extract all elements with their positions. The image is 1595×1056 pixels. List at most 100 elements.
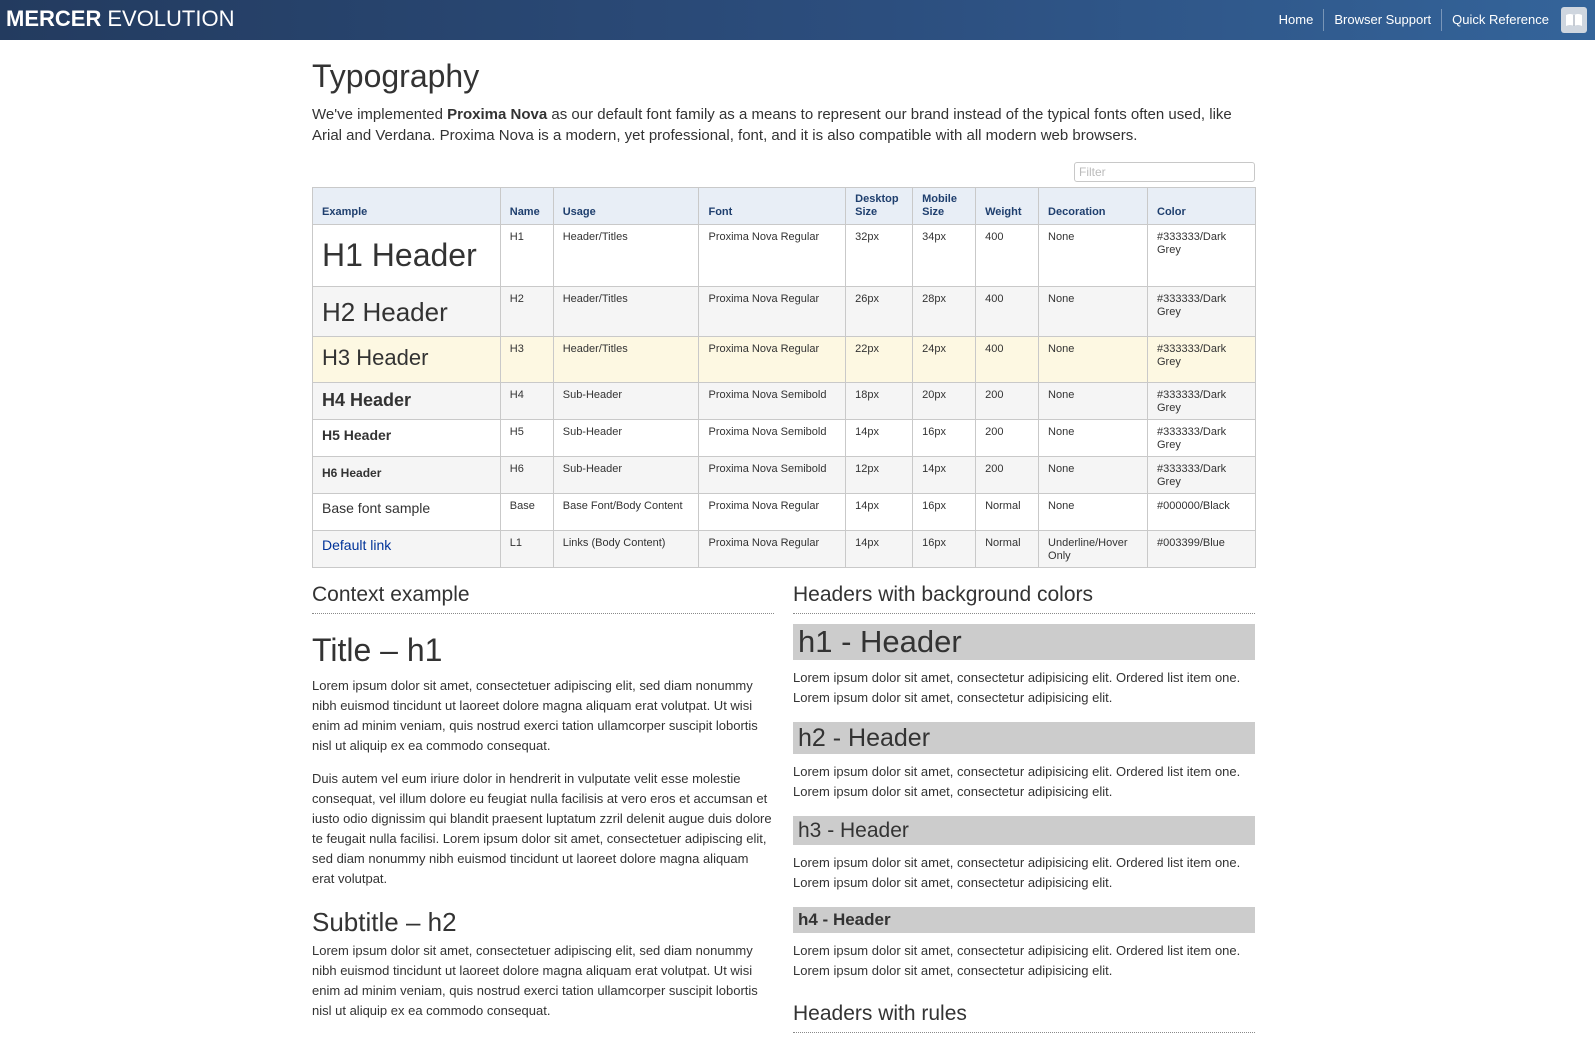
page-title: Typography: [312, 58, 480, 94]
color-cell: #333333/Dark Grey: [1147, 382, 1256, 420]
desktop-size-cell: 26px: [845, 286, 914, 337]
column-header-weight[interactable]: Weight: [975, 187, 1040, 225]
column-header-color[interactable]: Color: [1147, 187, 1256, 225]
column-header-font[interactable]: Font: [698, 187, 847, 225]
book-icon[interactable]: [1561, 7, 1587, 33]
mobile-size-cell: 28px: [912, 286, 977, 337]
decoration-cell: None: [1038, 456, 1148, 494]
table-header-row: Example Name Usage Font Desktop Size Mob…: [312, 187, 1256, 225]
headers-with-rules-heading: Headers with rules: [793, 1001, 1255, 1033]
decoration-cell: None: [1038, 286, 1148, 337]
example-cell: Default link: [312, 530, 501, 568]
context-paragraph: Lorem ipsum dolor sit amet, consectetuer…: [312, 678, 758, 753]
desktop-size-cell: 14px: [845, 530, 914, 568]
usage-cell: Sub-Header: [552, 419, 700, 457]
table-row: H4 Header H4 Sub-Header Proxima Nova Sem…: [312, 382, 1256, 420]
top-navigation-bar: MERCER EVOLUTION Home Browser Support Qui…: [0, 0, 1595, 40]
h2-example: H2 Header: [322, 297, 448, 327]
example-cell: H5 Header: [312, 419, 501, 457]
color-cell: #003399/Blue: [1147, 530, 1256, 568]
nav-home-link[interactable]: Home: [1269, 9, 1324, 31]
column-header-decoration[interactable]: Decoration: [1038, 187, 1148, 225]
weight-cell: 400: [975, 224, 1040, 287]
table-row-highlighted: H3 Header H3 Header/Titles Proxima Nova …: [312, 336, 1256, 383]
weight-cell: 400: [975, 336, 1040, 383]
weight-cell: 200: [975, 456, 1040, 494]
context-title-h1: Title – h1: [312, 632, 443, 668]
color-cell: #333333/Dark Grey: [1147, 419, 1256, 457]
decoration-cell: None: [1038, 382, 1148, 420]
usage-cell: Base Font/Body Content: [552, 493, 700, 531]
decoration-cell: None: [1038, 493, 1148, 531]
brand-name-light: EVOLUTION: [107, 6, 235, 31]
background-headers-section: Headers with background colors h1 - Head…: [793, 582, 1255, 1033]
weight-cell: Normal: [975, 530, 1040, 568]
usage-cell: Sub-Header: [552, 382, 700, 420]
desktop-size-cell: 22px: [845, 336, 914, 383]
mobile-size-cell: 16px: [912, 419, 977, 457]
desktop-size-cell: 14px: [845, 493, 914, 531]
bg-header-paragraph: Lorem ipsum dolor sit amet, consectetur …: [793, 670, 1241, 705]
name-cell: L1: [499, 530, 554, 568]
column-header-mobile-size[interactable]: Mobile Size: [912, 187, 977, 225]
example-cell: H4 Header: [312, 382, 501, 420]
h3-example: H3 Header: [322, 345, 429, 370]
decoration-cell: Underline/Hover Only: [1038, 530, 1148, 568]
nav-quick-reference-link[interactable]: Quick Reference: [1442, 9, 1559, 31]
column-header-usage[interactable]: Usage: [552, 187, 700, 225]
book-icon-glyph: [1566, 14, 1582, 26]
font-cell: Proxima Nova Regular: [698, 286, 847, 337]
mobile-size-cell: 34px: [912, 224, 977, 287]
intro-text-pre: We've implemented: [312, 106, 448, 123]
name-cell: Base: [499, 493, 554, 531]
bg-header-paragraph: Lorem ipsum dolor sit amet, consectetur …: [793, 855, 1241, 890]
usage-cell: Sub-Header: [552, 456, 700, 494]
weight-cell: 400: [975, 286, 1040, 337]
base-font-example: Base font sample: [322, 500, 431, 516]
font-cell: Proxima Nova Regular: [698, 336, 847, 383]
decoration-cell: None: [1038, 419, 1148, 457]
table-row: H5 Header H5 Sub-Header Proxima Nova Sem…: [312, 419, 1256, 457]
color-cell: #000000/Black: [1147, 493, 1256, 531]
bg-header-h1: h1 - Header: [793, 624, 1255, 660]
h4-example: H4 Header: [322, 390, 412, 410]
table-row: Base font sample Base Base Font/Body Con…: [312, 493, 1256, 531]
filter-input[interactable]: [1074, 162, 1255, 182]
brand-logo[interactable]: MERCER EVOLUTION: [6, 6, 234, 32]
name-cell: H5: [499, 419, 554, 457]
column-header-name[interactable]: Name: [499, 187, 554, 225]
usage-cell: Links (Body Content): [552, 530, 700, 568]
context-example-section: Context example Title – h1 Lorem ipsum d…: [312, 582, 774, 1034]
typography-table: Example Name Usage Font Desktop Size Mob…: [312, 187, 1256, 568]
font-cell: Proxima Nova Regular: [698, 530, 847, 568]
name-cell: H3: [499, 336, 554, 383]
decoration-cell: None: [1038, 224, 1148, 287]
column-header-example[interactable]: Example: [312, 187, 501, 225]
usage-cell: Header/Titles: [552, 286, 700, 337]
nav-browser-support-link[interactable]: Browser Support: [1324, 9, 1441, 31]
mobile-size-cell: 20px: [912, 382, 977, 420]
example-cell: H6 Header: [312, 456, 501, 494]
intro-paragraph: We've implemented Proxima Nova as our de…: [312, 104, 1256, 146]
color-cell: #333333/Dark Grey: [1147, 336, 1256, 383]
decoration-cell: None: [1038, 336, 1148, 383]
font-cell: Proxima Nova Regular: [698, 224, 847, 287]
bg-header-h3: h3 - Header: [793, 816, 1255, 845]
table-row: H1 Header H1 Header/Titles Proxima Nova …: [312, 224, 1256, 287]
color-cell: #333333/Dark Grey: [1147, 286, 1256, 337]
context-example-heading: Context example: [312, 582, 774, 614]
color-cell: #333333/Dark Grey: [1147, 224, 1256, 287]
top-nav: Home Browser Support Quick Reference: [1269, 0, 1595, 40]
default-link-example[interactable]: Default link: [322, 537, 491, 553]
desktop-size-cell: 32px: [845, 224, 914, 287]
table-row: Default link L1 Links (Body Content) Pro…: [312, 530, 1256, 568]
color-cell: #333333/Dark Grey: [1147, 456, 1256, 494]
mobile-size-cell: 14px: [912, 456, 977, 494]
name-cell: H6: [499, 456, 554, 494]
font-cell: Proxima Nova Semibold: [698, 456, 847, 494]
usage-cell: Header/Titles: [552, 336, 700, 383]
weight-cell: Normal: [975, 493, 1040, 531]
example-cell: H3 Header: [312, 336, 501, 383]
column-header-desktop-size[interactable]: Desktop Size: [845, 187, 914, 225]
bg-header-paragraph: Lorem ipsum dolor sit amet, consectetur …: [793, 943, 1241, 978]
